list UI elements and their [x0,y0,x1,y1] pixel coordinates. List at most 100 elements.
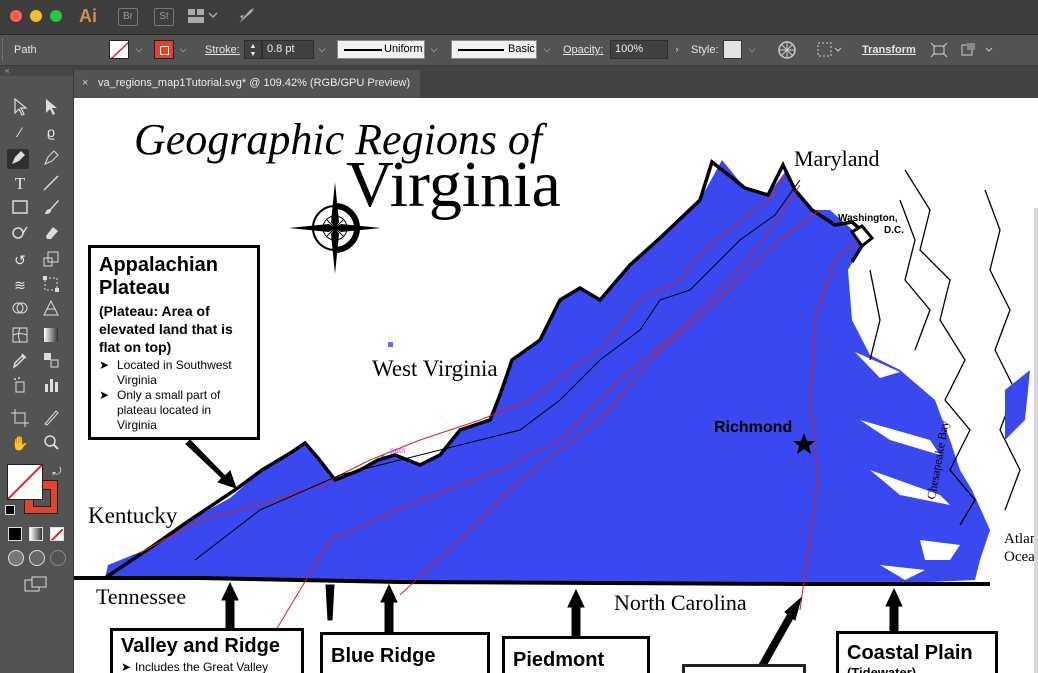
stroke-dropdown-chevron-icon[interactable]: ⌵ [176,40,190,59]
fill-dropdown-chevron-icon[interactable]: ⌵ [132,40,146,59]
opacity-label[interactable]: Opacity: [563,44,603,56]
align-to-selection-icon[interactable] [817,42,843,61]
bridge-button[interactable]: Br [118,8,138,26]
free-transform-tool-icon[interactable] [40,275,62,295]
magic-wand-tool-icon[interactable]: ⁄ [9,122,31,142]
artboard-tool-icon[interactable] [9,409,31,429]
map-title-line2: Virginia [346,148,561,221]
arrange-documents-icon[interactable] [960,42,996,61]
workspace-layout-icon[interactable] [188,9,218,23]
gradient-tool-icon[interactable] [40,326,62,346]
appalachian-bullet-1: ➤ Located in Southwest Virginia [99,358,232,387]
type-tool-icon[interactable]: T [9,174,31,194]
brush-label: Basic [508,43,535,55]
coastal-plain-box: Coastal Plain (Tidewater) [836,631,998,673]
transform-link[interactable]: Transform [862,44,916,56]
eyedropper-tool-icon[interactable] [9,351,31,371]
color-mode-icon[interactable] [8,527,22,541]
pen-tool-icon[interactable] [7,149,29,169]
variable-width-profile-select[interactable]: Uniform [337,40,425,59]
lasso-tool-icon[interactable]: ϱ [40,122,62,142]
coastal-plain-subtitle: (Tidewater) [847,665,917,673]
stroke-label[interactable]: Stroke: [205,44,240,56]
paintbrush-tool-icon[interactable] [40,198,62,218]
draw-behind-icon[interactable] [29,550,45,566]
hand-tool-icon[interactable]: ✋ [9,433,31,453]
mesh-tool-icon[interactable] [9,326,31,346]
appalachian-description: (Plateau: Area of elevated land that is … [99,303,233,355]
zoom-tool-icon[interactable] [40,433,62,453]
panel-grip[interactable] [2,39,6,61]
swap-fill-stroke-icon[interactable]: ⤾ [46,462,68,482]
shaper-tool-icon[interactable] [9,223,31,243]
screen-mode-icon[interactable] [24,576,48,597]
fill-none-swatch[interactable] [109,40,129,59]
document-tab[interactable]: × va_regions_map1Tutorial.svg* @ 109.42%… [74,70,420,98]
draw-normal-icon[interactable] [8,550,24,566]
illustrator-logo: Ai [79,6,97,26]
stroke-weight-chevron-icon[interactable]: ⌵ [315,40,329,59]
symbol-sprayer-tool-icon[interactable] [9,376,31,396]
slice-tool-icon[interactable] [40,409,62,429]
label-west-virginia: West Virginia [372,356,498,381]
label-dc: D.C. [884,225,904,236]
opacity-input[interactable]: 100% [610,40,668,59]
line-segment-tool-icon[interactable] [40,174,62,194]
label-north-carolina: North Carolina [614,590,747,615]
brush-chevron-icon[interactable]: ⌵ [540,40,554,59]
minimize-window-button[interactable] [30,10,42,22]
label-richmond: Richmond [714,419,793,436]
document-tab-title: va_regions_map1Tutorial.svg* @ 109.42% (… [98,77,411,89]
control-bar: Path ⌵ ⌵ Stroke: ▲ ▼ 0.8 pt ⌵ Uniform ⌵ B… [0,35,1038,66]
app-bar: Ai Br St [0,0,1038,35]
graphic-style-swatch[interactable] [723,40,742,59]
blend-tool-icon[interactable] [40,351,62,371]
stroke-weight-stepper[interactable]: ▲ ▼ [244,40,262,59]
brush-definition-select[interactable]: Basic [451,40,537,59]
perspective-grid-tool-icon[interactable] [40,299,62,319]
appalachian-bullet-2: ➤ Only a small part of plateau located i… [99,388,221,432]
scale-tool-icon[interactable] [40,250,62,270]
artboard-canvas[interactable]: Geographic Regions of Virginia Maryland … [74,98,1038,673]
column-graph-tool-icon[interactable] [40,376,62,396]
collapse-panel-icon[interactable]: « [0,66,73,76]
appalachian-title-1: Appalachian [99,254,218,276]
appalachian-plateau-box: Appalachian Plateau (Plateau: Area of el… [88,245,260,440]
piedmont-box: Piedmont [502,636,650,673]
bullet-arrow-icon: ➤ [99,388,110,402]
curvature-tool-icon[interactable] [40,149,62,169]
default-colors-icon[interactable] [5,505,15,515]
draw-inside-icon[interactable] [50,550,66,566]
selection-tool-icon[interactable] [9,97,31,118]
appalachian-title-2: Plateau [99,277,171,299]
close-window-button[interactable] [10,10,22,22]
fill-swatch-front[interactable] [7,464,43,500]
shape-builder-tool-icon[interactable] [9,299,31,319]
rotate-tool-icon[interactable]: ↺ [9,250,31,270]
zoom-window-button[interactable] [50,10,62,22]
none-mode-icon[interactable] [50,527,64,541]
label-maryland: Maryland [794,146,880,171]
rectangle-tool-icon[interactable] [9,198,31,218]
document-tab-bar: × va_regions_map1Tutorial.svg* @ 109.42%… [74,66,1038,98]
label-atlantic-2: Ocea [1004,549,1035,565]
warp-tool-icon[interactable]: ≋ [9,275,31,295]
style-label: Style: [691,44,719,56]
isolate-group-icon[interactable] [930,42,948,61]
profile-chevron-icon[interactable]: ⌵ [427,40,441,59]
feedback-rocket-icon[interactable] [236,6,256,31]
direct-selection-tool-icon[interactable] [40,98,62,118]
coastal-plain-title: Coastal Plain [847,642,973,664]
recolor-artwork-icon[interactable] [778,41,796,62]
style-chevron-icon[interactable]: ⌵ [745,40,759,59]
stock-button[interactable]: St [154,8,174,26]
profile-label: Uniform [384,43,423,55]
eraser-tool-icon[interactable] [40,223,62,243]
opacity-arrow-icon[interactable]: › [670,40,684,59]
label-atlantic-1: Atlan [1004,531,1038,547]
close-tab-icon[interactable]: × [82,70,88,96]
stroke-color-swatch[interactable] [154,40,174,59]
gradient-mode-icon[interactable] [29,527,43,541]
stroke-weight-input[interactable]: 0.8 pt [262,40,314,59]
tools-panel: « ⁄ ϱ T ↺ ≋ ✋ ⤾ [0,66,74,673]
